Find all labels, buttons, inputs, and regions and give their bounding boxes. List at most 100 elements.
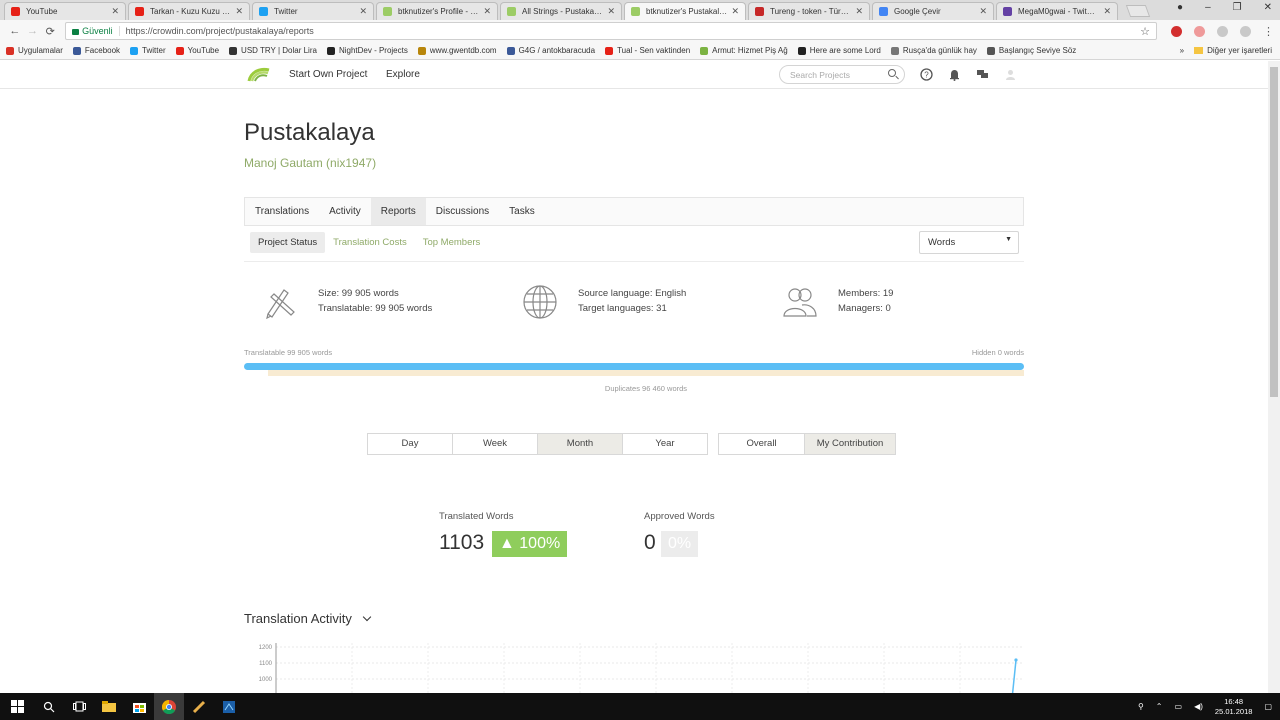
browser-tab[interactable]: Tarkan - Kuzu Kuzu (20… ✕ [128, 2, 250, 20]
favicon-icon [986, 46, 995, 55]
close-tab-icon[interactable]: ✕ [483, 6, 491, 17]
bookmark-star-icon[interactable]: ☆ [1140, 25, 1150, 38]
start-own-project-link[interactable]: Start Own Project [289, 69, 367, 80]
search-input[interactable]: Search Projects [779, 65, 905, 84]
people-icon[interactable]: ⚲ [1138, 702, 1144, 711]
approved-words-value: 0 [644, 531, 656, 554]
action-center-icon[interactable]: ▢ [1264, 702, 1272, 711]
period-year-button[interactable]: Year [622, 433, 708, 455]
bookmark-item[interactable]: USD TRY | Dolar Lira [229, 46, 317, 55]
tab-translations[interactable]: Translations [245, 198, 319, 225]
avatar[interactable] [1004, 68, 1017, 81]
bookmark-item[interactable]: Facebook [72, 46, 121, 55]
back-icon[interactable]: ← [6, 25, 24, 37]
file-explorer-icon[interactable] [94, 693, 124, 720]
bookmark-item[interactable]: Tual - Sen vaktinden [605, 46, 690, 55]
secure-indicator[interactable]: Güvenli [72, 26, 120, 36]
subtab-top-members[interactable]: Top Members [415, 232, 489, 253]
bookmark-item[interactable]: Twitter [130, 46, 166, 55]
subtab-project-status[interactable]: Project Status [250, 232, 326, 253]
extension-icon[interactable] [1194, 25, 1205, 37]
help-icon[interactable]: ? [920, 68, 933, 81]
forward-icon[interactable]: → [24, 25, 42, 37]
activity-data-point[interactable] [1014, 658, 1018, 662]
browser-tab[interactable]: Google Çevir ✕ [872, 2, 994, 20]
app-icon[interactable] [184, 693, 214, 720]
activity-series-line [1011, 659, 1017, 693]
bookmark-label: Here are some Lord [809, 46, 881, 55]
close-tab-icon[interactable]: ✕ [111, 6, 119, 17]
browser-tab[interactable]: MegaM0gwai - Twit… ✕ [996, 2, 1118, 20]
close-tab-icon[interactable]: ✕ [855, 6, 863, 17]
tab-discussions[interactable]: Discussions [426, 198, 499, 225]
explore-link[interactable]: Explore [386, 69, 420, 80]
new-tab-button[interactable] [1125, 5, 1151, 17]
bookmark-item[interactable]: Rusça'da günlük hay [890, 46, 977, 55]
messages-icon[interactable] [976, 68, 989, 81]
tab-tasks[interactable]: Tasks [499, 198, 545, 225]
store-icon[interactable] [124, 693, 154, 720]
tab-activity[interactable]: Activity [319, 198, 371, 225]
bookmarks-more-icon[interactable]: » [1180, 46, 1184, 55]
browser-tab[interactable]: btknutizer's Profile - Us… ✕ [376, 2, 498, 20]
chevron-up-icon[interactable]: ⌃ [1156, 702, 1163, 711]
profile-icon[interactable]: ● [1177, 2, 1183, 13]
search-icon[interactable] [34, 693, 64, 720]
browser-tab[interactable]: Tureng - token - Türkçe… ✕ [748, 2, 870, 20]
project-owner-link[interactable]: Manoj Gautam (nix1947) [244, 156, 376, 170]
close-window-button[interactable]: ✕ [1264, 2, 1272, 13]
browser-tab[interactable]: Twitter ✕ [252, 2, 374, 20]
close-tab-icon[interactable]: ✕ [979, 6, 987, 17]
chrome-icon[interactable] [154, 693, 184, 720]
bookmark-item[interactable]: Başlangıç Seviye Söz [986, 46, 1076, 55]
volume-icon[interactable]: ◀) [1194, 702, 1203, 711]
bookmark-item[interactable]: Here are some Lord [797, 46, 881, 55]
browser-tab[interactable]: YouTube ✕ [4, 2, 126, 20]
close-tab-icon[interactable]: ✕ [607, 6, 615, 17]
bookmark-label: Rusça'da günlük hay [902, 46, 977, 55]
network-icon[interactable]: ▭ [1175, 702, 1183, 711]
bookmark-item[interactable]: www.gwentdb.com [417, 46, 497, 55]
translation-activity-toggle[interactable]: Translation Activity [244, 611, 372, 626]
clock[interactable]: 16:48 25.01.2018 [1215, 697, 1253, 717]
menu-icon[interactable]: ⋮ [1263, 25, 1274, 38]
bookmark-item[interactable]: Armut: Hizmet Piş Ağ [700, 46, 788, 55]
scrollbar-thumb[interactable] [1270, 67, 1278, 397]
browser-tab[interactable]: All Strings - Pustakalay… ✕ [500, 2, 622, 20]
bookmark-item[interactable]: NightDev - Projects [326, 46, 408, 55]
bookmark-label: Facebook [84, 46, 121, 55]
scope-overall-button[interactable]: Overall [718, 433, 805, 455]
period-week-button[interactable]: Week [452, 433, 538, 455]
bookmark-item[interactable]: YouTube [175, 46, 219, 55]
minimize-button[interactable]: – [1205, 2, 1211, 13]
close-tab-icon[interactable]: ✕ [359, 6, 367, 17]
close-tab-icon[interactable]: ✕ [235, 6, 243, 17]
extension-icon[interactable] [1171, 25, 1182, 37]
url-text[interactable]: https://crowdin.com/project/pustakalaya/… [126, 26, 314, 36]
maximize-button[interactable]: ❐ [1233, 2, 1242, 13]
unit-select[interactable]: Words ▼ [919, 231, 1019, 254]
reload-icon[interactable]: ⟳ [41, 25, 59, 38]
app-icon[interactable] [214, 693, 244, 720]
task-view-icon[interactable] [64, 693, 94, 720]
browser-tab[interactable]: btknutizer's Pustakalay… ✕ [624, 2, 746, 20]
bookmark-item[interactable]: G4G / antokbaracuda [506, 46, 595, 55]
crowdin-logo-icon[interactable] [247, 67, 271, 83]
address-bar[interactable]: Güvenli https://crowdin.com/project/pust… [65, 22, 1157, 40]
bookmark-item[interactable]: Uygulamalar [6, 46, 63, 55]
windows-start-icon[interactable] [0, 693, 34, 720]
period-month-button[interactable]: Month [537, 433, 623, 455]
extension-icon[interactable] [1217, 25, 1228, 37]
other-bookmarks[interactable]: Diğer yer işaretleri [1194, 46, 1272, 55]
search-icon[interactable] [888, 69, 896, 77]
notifications-bell-icon[interactable] [948, 68, 961, 81]
close-tab-icon[interactable]: ✕ [1103, 6, 1111, 17]
period-day-button[interactable]: Day [367, 433, 453, 455]
tab-reports[interactable]: Reports [370, 198, 426, 225]
translatable-text: Translatable: 99 905 words [318, 303, 433, 314]
scope-my-contribution-button[interactable]: My Contribution [804, 433, 896, 455]
extension-icon[interactable] [1240, 25, 1251, 37]
close-tab-icon[interactable]: ✕ [731, 6, 739, 17]
page-scrollbar[interactable] [1268, 61, 1280, 693]
subtab-translation-costs[interactable]: Translation Costs [325, 232, 415, 253]
